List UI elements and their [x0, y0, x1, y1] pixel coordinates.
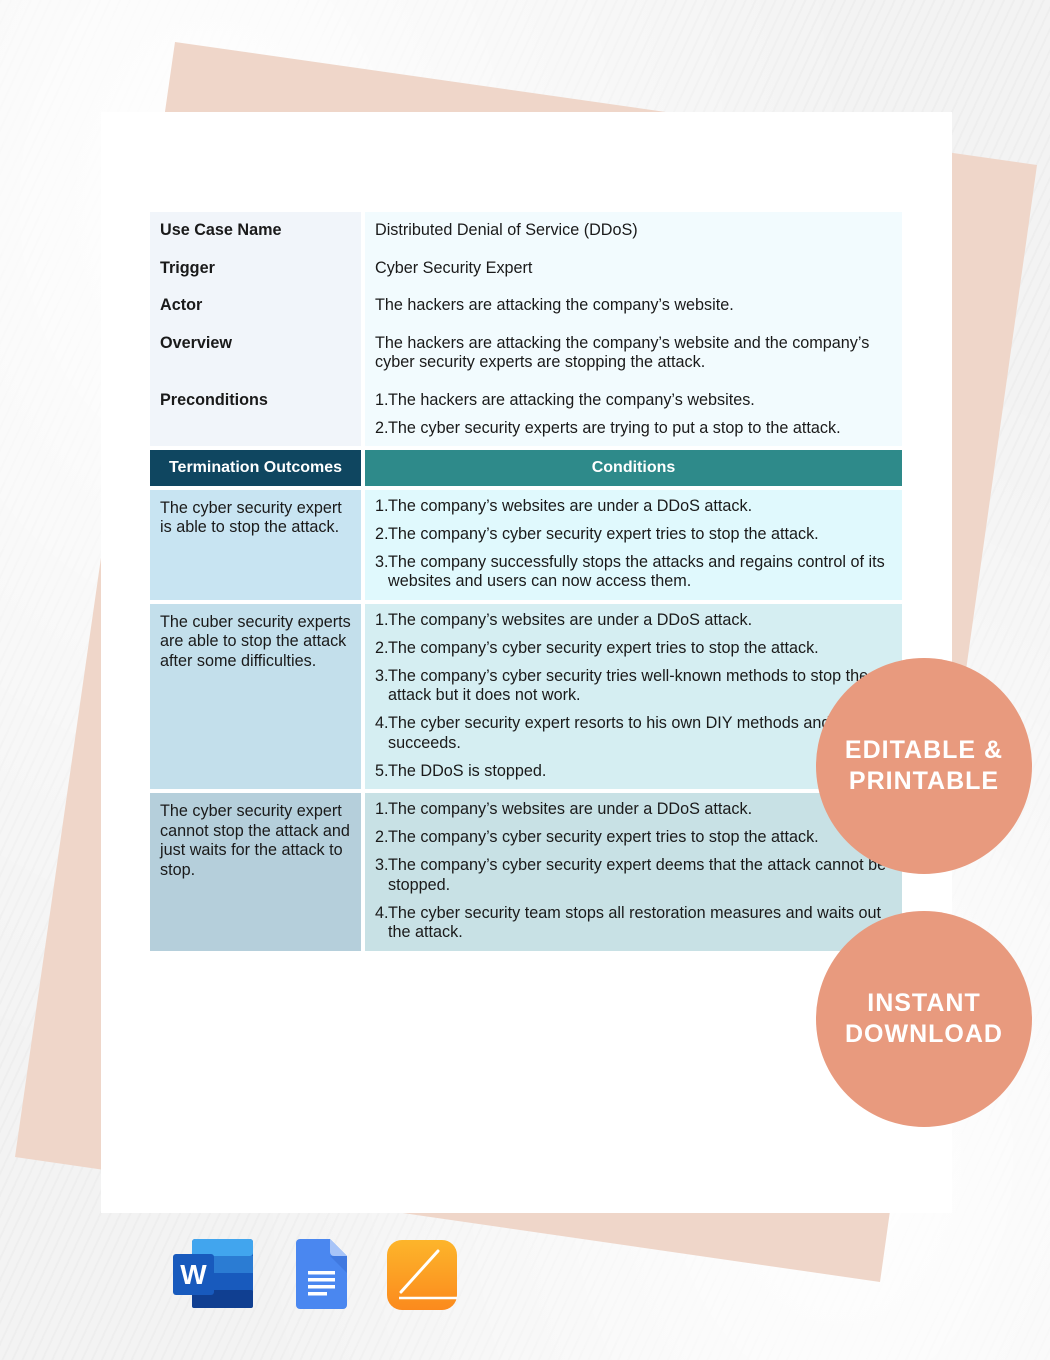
badge-line: PRINTABLE: [848, 767, 1000, 795]
badge-line: INSTANT: [867, 989, 981, 1017]
list-item: 3. The company successfully stops the att…: [375, 552, 885, 591]
google-docs-icon[interactable]: [296, 1238, 348, 1310]
header-conditions: Conditions: [365, 446, 902, 486]
list-item: 1. The company’s websites are under a DDo…: [375, 610, 753, 629]
list-item: 2. The company’s cyber security expert tr…: [375, 638, 819, 657]
info-row-actor: Actor The hackers are attacking the comp…: [150, 287, 902, 325]
use-case-table: Use Case Name Distributed Denial of Serv…: [150, 212, 902, 951]
row-label: Preconditions: [150, 381, 365, 446]
row-value: The hackers are attacking the company’s …: [365, 324, 902, 382]
svg-text:W: W: [180, 1259, 207, 1290]
pages-icon[interactable]: [387, 1238, 457, 1310]
conditions-cell: 1. The company’s websites are under a DDo…: [365, 485, 902, 600]
row-label: Trigger: [150, 249, 365, 287]
outcomes-header-row: Termination Outcomes Conditions: [150, 446, 902, 486]
editable-printable-badge: EDITABLE & PRINTABLE: [816, 658, 1032, 874]
instant-download-badge: INSTANT DOWNLOAD: [816, 911, 1032, 1127]
table-row: The cyber security expert cannot stop th…: [150, 789, 902, 951]
list-item: 1. The company’s websites are under a DDo…: [375, 496, 753, 515]
row-label: Actor: [150, 287, 365, 325]
word-icon[interactable]: W: [173, 1238, 255, 1310]
list-item: 2. The company’s cyber security expert tr…: [375, 828, 819, 846]
info-row-trigger: Trigger Cyber Security Expert: [150, 249, 902, 287]
info-row-preconditions: Preconditions 1. The hackers are attackin…: [150, 381, 902, 446]
conditions-cell: 1. The company’s websites are under a DDo…: [365, 789, 902, 951]
list-item: 1. The hackers are attacking the company’…: [375, 390, 755, 409]
conditions-list: 1. The company’s websites are under a DDo…: [375, 611, 892, 782]
row-value: 1. The hackers are attacking the company’…: [365, 381, 902, 446]
outcome-cell: The cyber security expert cannot stop th…: [150, 789, 365, 951]
list-item: 3. The company’s cyber security tries wel…: [375, 666, 869, 705]
list-item: 2. The company’s cyber security expert tr…: [375, 524, 819, 543]
list-item: 4. The cyber security expert resorts to h…: [375, 714, 831, 752]
row-value: The hackers are attacking the company’s …: [365, 287, 902, 325]
info-row-use-case-name: Use Case Name Distributed Denial of Serv…: [150, 212, 902, 250]
preconditions-list: 1. The hackers are attacking the company’…: [375, 391, 892, 439]
list-item: 5. The DDoS is stopped.: [375, 761, 547, 780]
conditions-list: 1. The company’s websites are under a DDo…: [375, 800, 892, 943]
row-value: Distributed Denial of Service (DDoS): [365, 212, 902, 250]
table-row: The cyber security expert is able to sto…: [150, 485, 902, 600]
row-label: Overview: [150, 324, 365, 382]
header-termination-outcomes: Termination Outcomes: [150, 446, 365, 486]
badge-line: DOWNLOAD: [845, 1020, 1003, 1048]
list-item: 2. The cyber security experts are trying …: [375, 418, 841, 437]
row-value: Cyber Security Expert: [365, 249, 902, 287]
row-label: Use Case Name: [150, 212, 365, 250]
conditions-list: 1. The company’s websites are under a DDo…: [375, 497, 892, 592]
outcome-cell: The cyber security expert is able to sto…: [150, 485, 365, 600]
badge-line: EDITABLE &: [844, 736, 1004, 764]
list-item: 1. The company’s websites are under a DDo…: [375, 800, 753, 818]
info-row-overview: Overview The hackers are attacking the c…: [150, 324, 902, 382]
list-item: 4. The cyber security team stops all rest…: [375, 903, 882, 942]
list-item: 3. The company’s cyber security expert de…: [375, 856, 887, 894]
outcome-cell: The cuber security experts are able to s…: [150, 599, 365, 789]
table-row: The cuber security experts are able to s…: [150, 599, 902, 789]
